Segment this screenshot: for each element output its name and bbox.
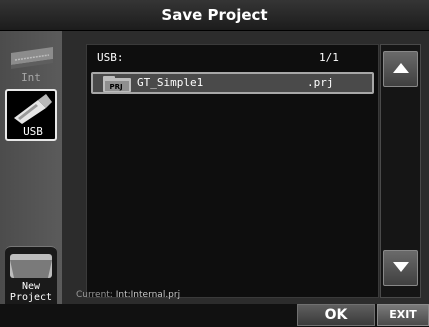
triangle-up-icon xyxy=(393,63,409,73)
save-project-screen: Save Project Int USB New Project USB: 1/… xyxy=(0,0,429,327)
file-browser: USB: 1/1 PRJ GT_Simple1 .prj xyxy=(62,31,429,304)
usb-stick-icon xyxy=(14,94,52,124)
title-bar: Save Project xyxy=(0,0,429,31)
folder-icon xyxy=(10,254,52,278)
triangle-down-icon xyxy=(393,262,409,272)
file-name: GT_Simple1 xyxy=(137,76,204,89)
storage-int-label: Int xyxy=(21,71,41,84)
ok-button[interactable]: OK xyxy=(297,304,375,326)
keyboard-icon xyxy=(11,47,53,69)
scrollbar[interactable] xyxy=(380,44,421,298)
new-project-button[interactable]: New Project xyxy=(5,246,57,305)
storage-int-button[interactable]: Int xyxy=(5,41,57,89)
current-path: USB: xyxy=(97,51,124,64)
current-value: Int:Internal.prj xyxy=(115,290,181,300)
file-list[interactable]: USB: 1/1 PRJ GT_Simple1 .prj xyxy=(86,44,379,298)
storage-usb-label: USB xyxy=(23,125,43,138)
current-project: Current: Int:Internal.prj xyxy=(76,290,180,300)
svg-text:PRJ: PRJ xyxy=(109,83,122,91)
scroll-up-button[interactable] xyxy=(383,51,418,87)
project-file-icon: PRJ xyxy=(103,76,131,92)
current-label: Current: xyxy=(76,290,113,300)
file-extension: .prj xyxy=(307,76,334,89)
scroll-down-button[interactable] xyxy=(383,250,418,286)
file-row[interactable]: PRJ GT_Simple1 .prj xyxy=(91,72,374,94)
exit-button[interactable]: EXIT xyxy=(377,304,429,326)
storage-sidebar: Int USB New Project xyxy=(0,31,62,305)
new-project-label: New Project xyxy=(9,281,53,303)
page-title: Save Project xyxy=(161,6,268,24)
page-indicator: 1/1 xyxy=(319,51,339,64)
storage-usb-button[interactable]: USB xyxy=(5,89,57,141)
